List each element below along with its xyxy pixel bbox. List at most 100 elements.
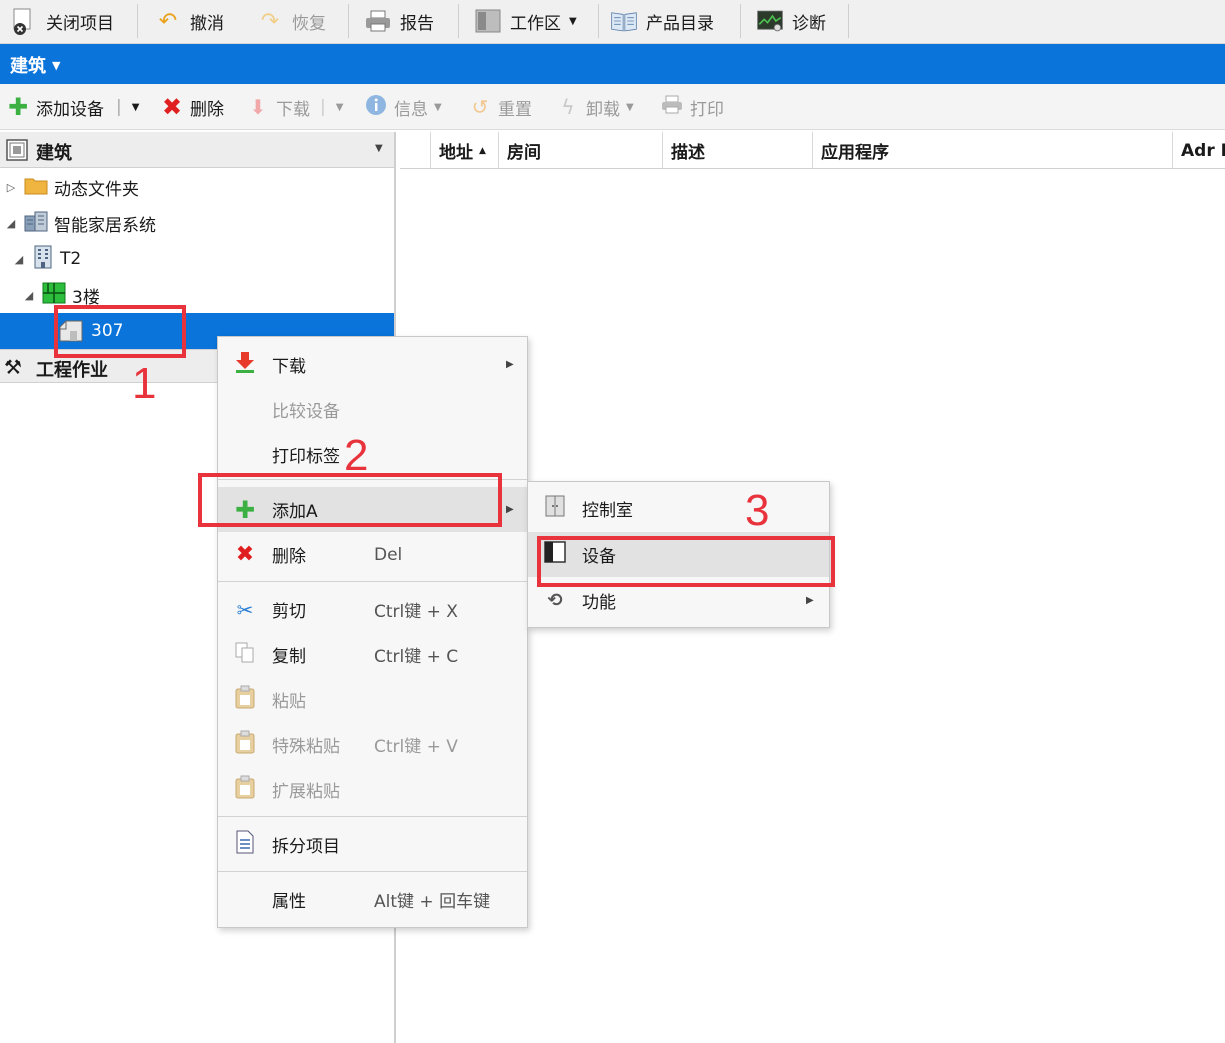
reset-button[interactable]: ↺ 重置 [468, 94, 532, 120]
menu-item-properties[interactable]: 属性 Alt键 + 回车键 [218, 877, 527, 922]
main-toolbar: 关闭项目 ↶ 撤消 ↷ 恢复 报告 工作区 ▼ 产品目录 诊断 [0, 0, 1225, 44]
column-application[interactable]: 应用程序 [812, 132, 1172, 169]
toolbar-separator [740, 4, 741, 38]
add-device-button[interactable]: ✚ 添加设备 | ▼ [6, 93, 140, 121]
building-icon [32, 245, 54, 274]
info-button[interactable]: 信息 ▼ [364, 94, 442, 120]
annotation-box-step1 [54, 305, 186, 358]
tree-item-label: 智能家居系统 [54, 215, 156, 236]
annotation-box-step3 [537, 536, 835, 587]
tree-item-label: 动态文件夹 [54, 179, 139, 200]
menu-item-download[interactable]: 下载 ▶ [218, 342, 527, 387]
toolbar-separator: | [116, 97, 122, 117]
close-project-icon [10, 7, 38, 35]
copy-icon [232, 641, 258, 668]
collapse-icon[interactable]: ◢ [22, 289, 36, 302]
function-icon: ⟲ [547, 590, 563, 611]
download-icon: ⬇ [249, 95, 267, 119]
tree-item-smart-home[interactable]: ◢ 智能家居系统 [4, 205, 156, 241]
workspace-icon [474, 7, 502, 35]
column-label: 应用程序 [821, 143, 889, 163]
annotation-box-step2 [198, 473, 502, 527]
annotation-number-step1: 1 [132, 359, 157, 408]
column-adr-p[interactable]: Adr P [1172, 132, 1225, 169]
menu-item-paste-extended[interactable]: 扩展粘贴 [218, 767, 527, 812]
toolbar-separator [458, 4, 459, 38]
menu-item-shortcut: Ctrl键 + V [374, 737, 458, 757]
menu-item-label: 比较设备 [272, 402, 340, 422]
collapse-icon[interactable]: ◢ [12, 253, 26, 266]
menu-item-copy[interactable]: 复制 Ctrl键 + C [218, 632, 527, 677]
toolbar-separator [598, 4, 599, 38]
delete-button[interactable]: ✖ 删除 [160, 93, 224, 121]
menu-item-shortcut: Del [374, 544, 403, 565]
menu-item-label: 复制 [272, 647, 306, 667]
menu-item-shortcut: Ctrl键 + X [374, 602, 458, 622]
delete-label: 删除 [190, 99, 224, 120]
engineering-title: 工程作业 [36, 360, 108, 381]
chevron-down-icon[interactable]: ▼ [336, 102, 344, 113]
menu-item-print-labels[interactable]: 打印标签 [218, 432, 527, 477]
menu-item-cut[interactable]: ✂ 剪切 Ctrl键 + X [218, 587, 527, 632]
unload-button[interactable]: ϟ 卸载 ▼ [556, 94, 634, 120]
column-address[interactable]: 地址 ▲ [430, 132, 498, 169]
download-icon [232, 350, 258, 379]
submenu-item-control-room[interactable]: 控制室 [528, 486, 829, 531]
reset-icon: ↺ [471, 95, 489, 119]
menu-item-label: 扩展粘贴 [272, 782, 340, 802]
chevron-down-icon[interactable]: ▼ [132, 102, 140, 113]
toolbar-separator [348, 4, 349, 38]
building-complex-icon [24, 210, 48, 237]
info-icon [364, 94, 388, 121]
column-description[interactable]: 描述 [662, 132, 812, 169]
undo-icon: ↶ [158, 8, 178, 34]
close-project-label: 关闭项目 [46, 13, 114, 34]
printer-icon [364, 7, 392, 35]
panel-title-dropdown[interactable]: 建筑 ▼ [10, 52, 60, 78]
panel-title-bar: 建筑 ▼ [0, 44, 1225, 84]
redo-button[interactable]: ↷ 恢复 [250, 0, 332, 42]
chevron-down-icon: ▼ [626, 101, 634, 113]
add-device-label: 添加设备 [36, 99, 104, 120]
diagnostics-button[interactable]: 诊断 [750, 0, 832, 42]
report-label: 报告 [400, 13, 434, 34]
menu-item-label: 打印标签 [272, 447, 340, 467]
tree-item-dynamic-folder[interactable]: ▷ 动态文件夹 [4, 169, 139, 205]
expand-icon[interactable]: ▷ [4, 181, 18, 194]
unload-label: 卸载 [586, 99, 620, 120]
catalog-button[interactable]: 产品目录 [604, 0, 720, 42]
report-button[interactable]: 报告 [358, 0, 440, 42]
menu-separator [218, 816, 527, 817]
workspace-button[interactable]: 工作区 ▼ [468, 0, 583, 42]
menu-item-label: 属性 [272, 892, 306, 912]
menu-item-label: 粘贴 [272, 692, 306, 712]
menu-item-label: 删除 [272, 547, 306, 567]
panel-title: 建筑 [10, 56, 46, 77]
diagnostics-icon [756, 7, 784, 35]
download-label: 下载 [276, 99, 310, 120]
lightning-icon: ϟ [561, 95, 575, 119]
print-button[interactable]: 打印 [660, 94, 724, 120]
menu-item-paste-special[interactable]: 特殊粘贴 Ctrl键 + V [218, 722, 527, 767]
folder-icon [24, 175, 48, 200]
tree-panel-header[interactable]: 建筑 ▼ [0, 132, 394, 168]
printer-icon [660, 95, 684, 120]
menu-item-compare-device[interactable]: 比较设备 [218, 387, 527, 432]
collapse-icon[interactable]: ◢ [4, 217, 18, 230]
undo-button[interactable]: ↶ 撤消 [148, 0, 230, 42]
device-grid-header: 地址 ▲ 房间 描述 应用程序 Adr P [400, 132, 1225, 169]
chevron-down-icon: ▼ [434, 101, 442, 113]
column-room[interactable]: 房间 [498, 132, 662, 169]
annotation-number-step3: 3 [745, 486, 770, 535]
menu-item-delete[interactable]: ✖ 删除 Del [218, 532, 527, 577]
submenu-arrow-icon: ▶ [806, 595, 814, 606]
download-button[interactable]: ⬇ 下载 | ▼ [246, 94, 344, 120]
redo-icon: ↷ [260, 8, 280, 34]
menu-item-paste[interactable]: 粘贴 [218, 677, 527, 722]
close-project-button[interactable]: 关闭项目 [4, 0, 120, 42]
toolbar-separator [137, 4, 138, 38]
tree-item-building-t2[interactable]: ◢ T2 [12, 241, 81, 277]
menu-separator [218, 871, 527, 872]
chevron-down-icon[interactable]: ▼ [375, 143, 383, 154]
menu-item-split-project[interactable]: 拆分项目 [218, 822, 527, 867]
